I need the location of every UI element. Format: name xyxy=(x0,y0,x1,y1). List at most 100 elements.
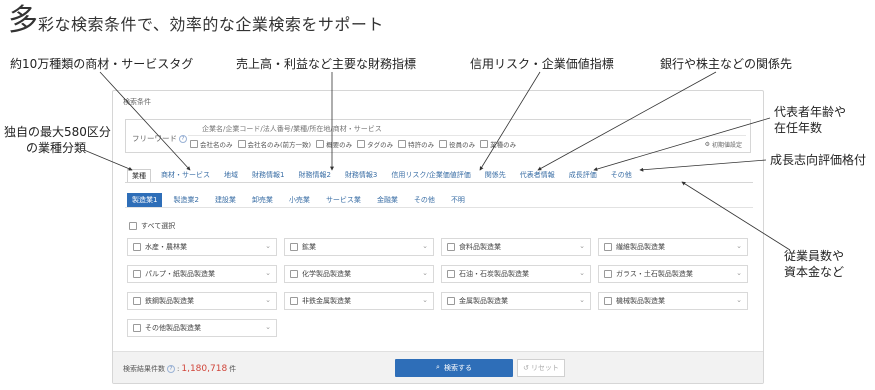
industry-label: 水産・農林業 xyxy=(145,243,187,251)
industry-item[interactable]: ガラス・土石製品製造業 ⌄ xyxy=(598,265,748,283)
checkbox[interactable] xyxy=(604,297,612,305)
checkbox[interactable] xyxy=(604,270,612,278)
keyword-option[interactable]: 役員のみ xyxy=(439,139,475,149)
checkbox[interactable] xyxy=(447,243,455,251)
industry-item[interactable]: 非鉄金属製造業 ⌄ xyxy=(284,292,434,310)
industry-item[interactable]: 食料品製造業 ⌄ xyxy=(441,238,591,256)
panel-title: 検索条件 xyxy=(123,98,151,106)
callout-industry-line2: の業種分類 xyxy=(25,141,86,155)
tab-growth[interactable]: 成長評価 xyxy=(565,169,601,183)
industry-item[interactable]: パルプ・紙製品製造業 ⌄ xyxy=(127,265,277,283)
chevron-down-icon[interactable]: ⌄ xyxy=(265,296,271,304)
checkbox[interactable] xyxy=(290,270,298,278)
initial-settings-button[interactable]: ⚙ 初期値設定 xyxy=(705,140,742,149)
subtabs-divider xyxy=(125,207,753,208)
checkbox[interactable] xyxy=(604,243,612,251)
reset-button[interactable]: ↺ リセット xyxy=(517,359,565,377)
chevron-down-icon[interactable]: ⌄ xyxy=(579,296,585,304)
chevron-down-icon[interactable]: ⌄ xyxy=(265,269,271,277)
keyword-option-label: 会社名のみ(前方一致) xyxy=(247,141,312,149)
callout-rep-line2: 在任年数 xyxy=(774,121,823,135)
tab-representative[interactable]: 代表者情報 xyxy=(516,169,559,183)
industry-item[interactable]: 鉱業 ⌄ xyxy=(284,238,434,256)
select-all[interactable]: すべて選択 xyxy=(129,221,175,231)
checkbox[interactable] xyxy=(447,270,455,278)
industry-item[interactable]: 機械製品製造業 ⌄ xyxy=(598,292,748,310)
chevron-down-icon[interactable]: ⌄ xyxy=(265,323,271,331)
industry-item[interactable]: 鉄鋼製品製造業 ⌄ xyxy=(127,292,277,310)
headline: 多 彩な検索条件で、効率的な企業検索をサポート xyxy=(8,4,384,38)
help-icon[interactable]: ? xyxy=(167,365,175,373)
tab-financial-2[interactable]: 財務情報2 xyxy=(294,169,334,183)
checkbox[interactable] xyxy=(439,140,448,148)
tab-financial-1[interactable]: 財務情報1 xyxy=(248,169,288,183)
checkbox[interactable] xyxy=(447,297,455,305)
subtab-unknown[interactable]: 不明 xyxy=(446,193,470,207)
subtab-manufacturing-2[interactable]: 製造業2 xyxy=(168,193,203,207)
checkbox[interactable] xyxy=(133,324,141,332)
industry-item[interactable]: 化学製品製造業 ⌄ xyxy=(284,265,434,283)
tab-relations[interactable]: 関係先 xyxy=(481,169,510,183)
search-panel: 検索条件 フリーワード ? 会社名のみ 会社名のみ(前方一致) 概要のみ タグの… xyxy=(112,90,764,384)
headline-text: 彩な検索条件で、効率的な企業検索をサポート xyxy=(38,15,384,34)
chevron-down-icon[interactable]: ⌄ xyxy=(422,296,428,304)
industry-item[interactable]: その他製品製造業 ⌄ xyxy=(127,319,277,337)
callout-relations: 銀行や株主などの関係先 xyxy=(660,57,793,71)
industry-item[interactable]: 水産・農林業 ⌄ xyxy=(127,238,277,256)
checkbox[interactable] xyxy=(133,270,141,278)
keyword-options: 会社名のみ 会社名のみ(前方一致) 概要のみ タグのみ 特許のみ 役員のみ 業種… xyxy=(190,139,516,149)
chevron-down-icon[interactable]: ⌄ xyxy=(579,242,585,250)
chevron-down-icon[interactable]: ⌄ xyxy=(422,242,428,250)
keyword-option-label: 役員のみ xyxy=(449,141,476,149)
checkbox[interactable] xyxy=(190,140,198,148)
keyword-option-label: 概要のみ xyxy=(326,141,353,149)
subtab-service[interactable]: サービス業 xyxy=(321,193,366,207)
industry-item[interactable]: 繊維製品製造業 ⌄ xyxy=(598,238,748,256)
subtab-retail[interactable]: 小売業 xyxy=(284,193,315,207)
tab-products[interactable]: 商材・サービス xyxy=(157,169,214,183)
checkbox[interactable] xyxy=(290,243,298,251)
keyword-option[interactable]: タグのみ xyxy=(357,139,393,149)
tab-region[interactable]: 地域 xyxy=(220,169,242,183)
result-count-label: 検索結果件数 xyxy=(123,365,165,373)
subtab-construction[interactable]: 建設業 xyxy=(210,193,241,207)
keyword-option[interactable]: 会社名のみ(前方一致) xyxy=(237,139,312,149)
reset-button-label: リセット xyxy=(530,365,559,372)
subtab-manufacturing-1[interactable]: 製造業1 xyxy=(127,193,163,207)
tab-industry[interactable]: 業種 xyxy=(127,169,151,183)
industry-item[interactable]: 金属製品製造業 ⌄ xyxy=(441,292,591,310)
keyword-option[interactable]: 会社名のみ xyxy=(190,139,233,149)
keyword-option[interactable]: 概要のみ xyxy=(316,139,352,149)
keyword-input[interactable] xyxy=(188,123,746,136)
checkbox[interactable] xyxy=(398,140,407,148)
chevron-down-icon[interactable]: ⌄ xyxy=(736,296,742,304)
subtab-finance[interactable]: 金融業 xyxy=(372,193,403,207)
keyword-option[interactable]: 特許のみ xyxy=(398,139,434,149)
checkbox[interactable] xyxy=(357,140,366,148)
keyword-option-label: タグのみ xyxy=(367,141,394,149)
headline-big-char: 多 xyxy=(8,3,38,38)
tab-financial-3[interactable]: 財務情報3 xyxy=(341,169,381,183)
tab-credit-risk[interactable]: 信用リスク/企業価値評価 xyxy=(387,169,474,183)
keyword-option[interactable]: 業種のみ xyxy=(480,139,516,149)
help-icon[interactable]: ? xyxy=(179,134,187,143)
tab-other[interactable]: その他 xyxy=(607,169,636,183)
subtab-other[interactable]: その他 xyxy=(409,193,440,207)
checkbox[interactable] xyxy=(237,140,246,148)
search-button[interactable]: ⌕ 検索する xyxy=(395,359,513,377)
checkbox[interactable] xyxy=(290,297,298,305)
chevron-down-icon[interactable]: ⌄ xyxy=(422,269,428,277)
checkbox[interactable] xyxy=(133,297,141,305)
select-all-checkbox[interactable] xyxy=(129,222,137,230)
chevron-down-icon[interactable]: ⌄ xyxy=(265,242,271,250)
checkbox[interactable] xyxy=(316,140,325,148)
gear-icon: ⚙ xyxy=(704,141,710,148)
chevron-down-icon[interactable]: ⌄ xyxy=(579,269,585,277)
checkbox[interactable] xyxy=(133,243,141,251)
callout-emp-line1: 従業員数や xyxy=(783,249,844,263)
chevron-down-icon[interactable]: ⌄ xyxy=(736,242,742,250)
chevron-down-icon[interactable]: ⌄ xyxy=(736,269,742,277)
industry-item[interactable]: 石油・石炭製品製造業 ⌄ xyxy=(441,265,591,283)
subtab-wholesale[interactable]: 卸売業 xyxy=(247,193,278,207)
checkbox[interactable] xyxy=(480,140,489,148)
